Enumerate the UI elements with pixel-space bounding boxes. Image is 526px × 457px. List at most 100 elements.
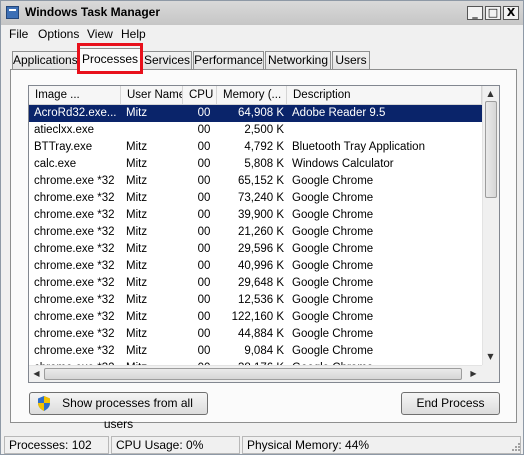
cell-cpu: 00 bbox=[197, 175, 211, 187]
table-row[interactable]: calc.exe Mitz 00 5,808 K Windows Calculator bbox=[29, 156, 482, 173]
cell-cpu: 00 bbox=[197, 277, 211, 289]
cell-memory: 2,500 K bbox=[244, 124, 284, 136]
process-list[interactable]: Image ... User Name CPU Memory (... Desc… bbox=[28, 85, 500, 383]
menu-help[interactable]: Help bbox=[121, 27, 146, 41]
cell-cpu: 00 bbox=[197, 158, 211, 170]
cell-image-name: chrome.exe *32 bbox=[34, 260, 115, 272]
table-row[interactable]: chrome.exe *32 Mitz 00 40,996 K Google Chrom… bbox=[29, 258, 482, 275]
cell-image-name: chrome.exe *32 bbox=[34, 277, 115, 289]
cell-image-name: AcroRd32.exe... bbox=[34, 107, 117, 119]
cell-user-name: Mitz bbox=[126, 158, 148, 170]
cell-memory: 39,900 K bbox=[237, 209, 284, 221]
cell-cpu: 00 bbox=[197, 243, 211, 255]
cell-user-name: Mitz bbox=[126, 209, 148, 221]
cell-cpu: 00 bbox=[197, 209, 211, 221]
status-cpu-usage: CPU Usage: 0% bbox=[111, 436, 240, 454]
cell-description: Google Chrome bbox=[292, 260, 374, 272]
cell-memory: 9,084 K bbox=[244, 345, 284, 357]
table-row[interactable]: chrome.exe *32 Mitz 00 73,240 K Google Chrom… bbox=[29, 190, 482, 207]
cell-description: Windows Calculator bbox=[292, 158, 394, 170]
close-button[interactable]: X bbox=[503, 6, 519, 20]
cell-cpu: 00 bbox=[197, 141, 211, 153]
cell-description: Google Chrome bbox=[292, 243, 374, 255]
scroll-up-arrow-icon[interactable]: ▲ bbox=[483, 86, 498, 101]
task-manager-icon bbox=[6, 6, 19, 19]
cell-memory: 29,648 K bbox=[237, 277, 284, 289]
cell-cpu: 00 bbox=[197, 294, 211, 306]
tab-networking[interactable]: Networking bbox=[265, 51, 331, 69]
cell-user-name: Mitz bbox=[126, 260, 148, 272]
horizontal-scroll-thumb[interactable] bbox=[44, 368, 462, 380]
cell-description: Bluetooth Tray Application bbox=[292, 141, 425, 153]
resize-grip-icon[interactable] bbox=[511, 442, 521, 452]
table-row[interactable]: chrome.exe *32 Mitz 00 12,536 K Google Chrom… bbox=[29, 292, 482, 309]
cell-image-name: chrome.exe *32 bbox=[34, 209, 115, 221]
table-row[interactable]: chrome.exe *32 Mitz 00 44,884 K Google Chrom… bbox=[29, 326, 482, 343]
cell-description: Google Chrome bbox=[292, 294, 374, 306]
table-row[interactable]: chrome.exe *32 Mitz 00 9,084 K Google Chrome bbox=[29, 343, 482, 360]
cell-user-name: Mitz bbox=[126, 192, 148, 204]
cell-cpu: 00 bbox=[197, 328, 211, 340]
minimize-button[interactable]: _ bbox=[467, 6, 483, 20]
cell-user-name: Mitz bbox=[126, 141, 148, 153]
scroll-right-arrow-icon[interactable]: ▶ bbox=[466, 366, 481, 381]
table-row[interactable]: chrome.exe *32 Mitz 00 29,648 K Google Chrom… bbox=[29, 275, 482, 292]
table-row[interactable]: chrome.exe *32 Mitz 00 39,900 K Google Chrom… bbox=[29, 207, 482, 224]
cell-image-name: chrome.exe *32 bbox=[34, 311, 115, 323]
table-row[interactable]: BTTray.exe Mitz 00 4,792 K Bluetooth Tray Ap… bbox=[29, 139, 482, 156]
table-row[interactable]: chrome.exe *32 Mitz 00 29,596 K Google Chrom… bbox=[29, 241, 482, 258]
cell-description: Google Chrome bbox=[292, 277, 374, 289]
column-memory[interactable]: Memory (... bbox=[217, 86, 287, 104]
table-row[interactable]: chrome.exe *32 Mitz 00 21,260 K Google Chrom… bbox=[29, 224, 482, 241]
tab-services[interactable]: Services bbox=[142, 51, 192, 69]
cell-image-name: BTTray.exe bbox=[34, 141, 93, 153]
column-cpu[interactable]: CPU bbox=[183, 86, 217, 104]
cell-memory: 44,884 K bbox=[237, 328, 284, 340]
scrollbar-corner bbox=[482, 365, 499, 382]
column-image-name[interactable]: Image ... bbox=[29, 86, 121, 104]
tab-performance[interactable]: Performance bbox=[193, 51, 264, 69]
menu-view[interactable]: View bbox=[87, 27, 113, 41]
cell-image-name: calc.exe bbox=[34, 158, 77, 170]
column-user-name[interactable]: User Name bbox=[121, 86, 183, 104]
menu-bar: File Options View Help bbox=[1, 25, 523, 43]
cell-user-name: Mitz bbox=[126, 226, 148, 238]
cell-image-name: chrome.exe *32 bbox=[34, 294, 115, 306]
menu-options[interactable]: Options bbox=[38, 27, 79, 41]
table-row[interactable]: chrome.exe *32 Mitz 00 65,152 K Google Chrom… bbox=[29, 173, 482, 190]
title-bar[interactable]: Windows Task Manager _ □ X bbox=[1, 1, 523, 25]
vertical-scrollbar[interactable]: ▲ ▼ bbox=[482, 86, 499, 365]
horizontal-scrollbar[interactable]: ◀ ▶ bbox=[29, 365, 482, 382]
cell-memory: 122,160 K bbox=[231, 311, 284, 323]
cell-user-name: Mitz bbox=[126, 345, 148, 357]
cell-memory: 29,596 K bbox=[237, 243, 284, 255]
maximize-button[interactable]: □ bbox=[485, 6, 501, 20]
status-bar: Processes: 102 CPU Usage: 0% Physical Me… bbox=[1, 434, 523, 454]
scroll-left-arrow-icon[interactable]: ◀ bbox=[29, 366, 44, 381]
shield-icon bbox=[38, 396, 50, 411]
column-description[interactable]: Description bbox=[287, 86, 482, 104]
table-row[interactable]: AcroRd32.exe... Mitz 00 64,908 K Adobe Reade… bbox=[29, 105, 482, 122]
table-row[interactable]: chrome.exe *32 Mitz 00 122,160 K Google Chro… bbox=[29, 309, 482, 326]
tab-applications[interactable]: Applications bbox=[12, 51, 78, 69]
cell-user-name: Mitz bbox=[126, 328, 148, 340]
cell-description: Google Chrome bbox=[292, 192, 374, 204]
show-all-processes-button[interactable]: Show processes from all users bbox=[29, 392, 208, 431]
table-row[interactable]: atieclxx.exe 00 2,500 K bbox=[29, 122, 482, 139]
cell-image-name: chrome.exe *32 bbox=[34, 243, 115, 255]
end-process-button[interactable]: End Process bbox=[401, 392, 500, 415]
tab-users[interactable]: Users bbox=[332, 51, 370, 69]
cell-memory: 12,536 K bbox=[237, 294, 284, 306]
cell-description: Google Chrome bbox=[292, 209, 374, 221]
cell-description: Google Chrome bbox=[292, 175, 374, 187]
scroll-down-arrow-icon[interactable]: ▼ bbox=[483, 349, 498, 364]
cell-cpu: 00 bbox=[197, 192, 211, 204]
process-rows: AcroRd32.exe... Mitz 00 64,908 K Adobe Reade… bbox=[29, 105, 482, 367]
cell-description: Google Chrome bbox=[292, 226, 374, 238]
cell-description: Google Chrome bbox=[292, 311, 374, 323]
window-title: Windows Task Manager bbox=[25, 5, 161, 19]
cell-description: Google Chrome bbox=[292, 345, 374, 357]
vertical-scroll-thumb[interactable] bbox=[485, 101, 497, 198]
menu-file[interactable]: File bbox=[9, 27, 28, 41]
status-processes: Processes: 102 bbox=[4, 436, 109, 454]
